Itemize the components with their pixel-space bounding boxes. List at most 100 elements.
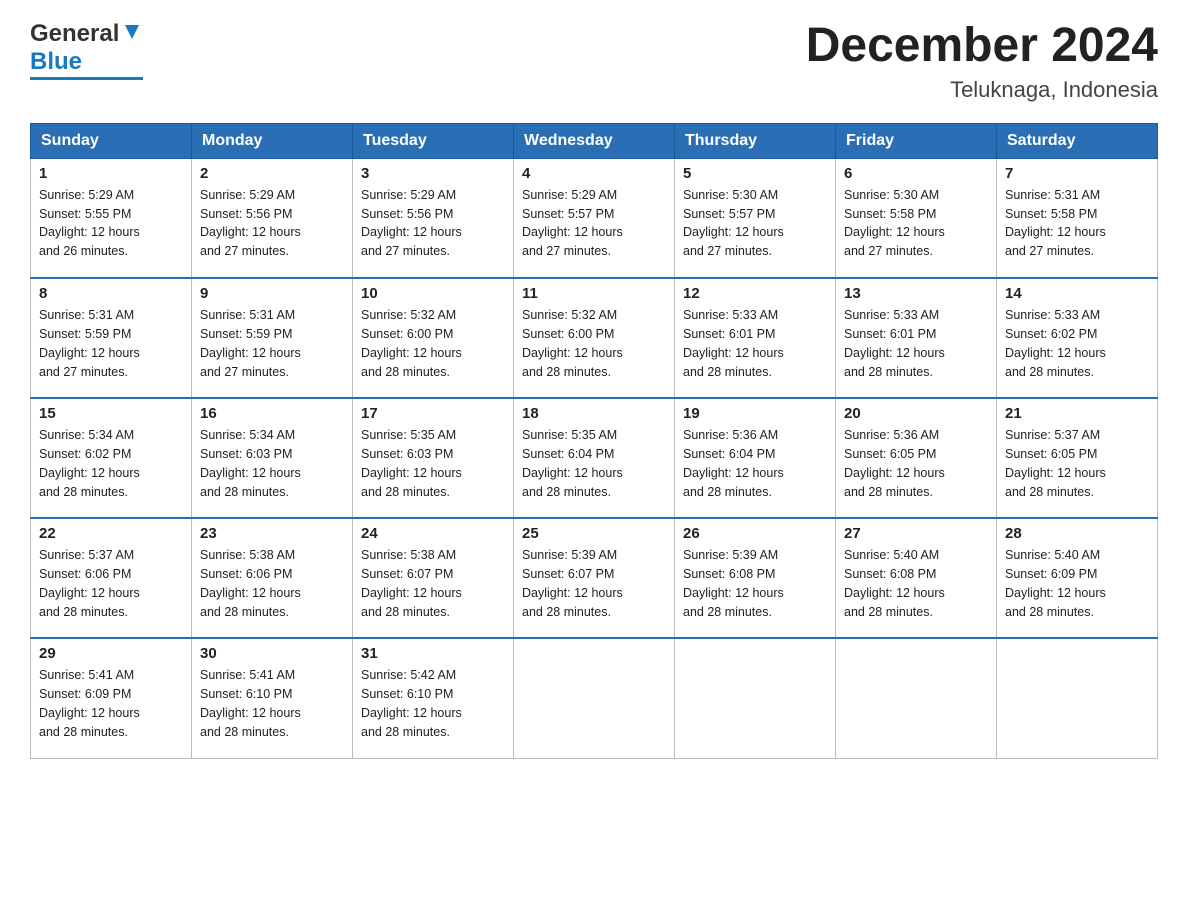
day-info: Sunrise: 5:29 AMSunset: 5:56 PMDaylight:… bbox=[200, 186, 344, 261]
logo-blue-text: Blue bbox=[30, 48, 82, 76]
day-info: Sunrise: 5:41 AMSunset: 6:09 PMDaylight:… bbox=[39, 666, 183, 741]
day-info: Sunrise: 5:31 AMSunset: 5:59 PMDaylight:… bbox=[39, 306, 183, 381]
table-row bbox=[836, 638, 997, 758]
day-number: 17 bbox=[361, 405, 505, 422]
day-info: Sunrise: 5:40 AMSunset: 6:08 PMDaylight:… bbox=[844, 546, 988, 621]
day-number: 8 bbox=[39, 285, 183, 302]
day-number: 2 bbox=[200, 165, 344, 182]
day-number: 21 bbox=[1005, 405, 1149, 422]
day-number: 4 bbox=[522, 165, 666, 182]
day-number: 9 bbox=[200, 285, 344, 302]
day-number: 26 bbox=[683, 525, 827, 542]
day-info: Sunrise: 5:29 AMSunset: 5:55 PMDaylight:… bbox=[39, 186, 183, 261]
day-info: Sunrise: 5:39 AMSunset: 6:07 PMDaylight:… bbox=[522, 546, 666, 621]
day-number: 22 bbox=[39, 525, 183, 542]
day-number: 27 bbox=[844, 525, 988, 542]
col-thursday: Thursday bbox=[675, 123, 836, 158]
day-number: 28 bbox=[1005, 525, 1149, 542]
day-number: 6 bbox=[844, 165, 988, 182]
table-row: 13 Sunrise: 5:33 AMSunset: 6:01 PMDayligh… bbox=[836, 278, 997, 398]
day-info: Sunrise: 5:30 AMSunset: 5:57 PMDaylight:… bbox=[683, 186, 827, 261]
col-monday: Monday bbox=[192, 123, 353, 158]
table-row: 27 Sunrise: 5:40 AMSunset: 6:08 PMDayligh… bbox=[836, 518, 997, 638]
table-row: 23 Sunrise: 5:38 AMSunset: 6:06 PMDayligh… bbox=[192, 518, 353, 638]
day-info: Sunrise: 5:34 AMSunset: 6:03 PMDaylight:… bbox=[200, 426, 344, 501]
day-number: 3 bbox=[361, 165, 505, 182]
day-info: Sunrise: 5:36 AMSunset: 6:04 PMDaylight:… bbox=[683, 426, 827, 501]
day-number: 13 bbox=[844, 285, 988, 302]
col-tuesday: Tuesday bbox=[353, 123, 514, 158]
calendar-week-row: 15Sunrise: 5:34 AMSunset: 6:02 PMDayligh… bbox=[31, 398, 1158, 518]
day-info: Sunrise: 5:31 AMSunset: 5:59 PMDaylight:… bbox=[200, 306, 344, 381]
table-row: 25 Sunrise: 5:39 AMSunset: 6:07 PMDayligh… bbox=[514, 518, 675, 638]
day-number: 1 bbox=[39, 165, 183, 182]
table-row: 11Sunrise: 5:32 AMSunset: 6:00 PMDayligh… bbox=[514, 278, 675, 398]
table-row: 1 Sunrise: 5:29 AMSunset: 5:55 PMDaylight… bbox=[31, 158, 192, 278]
table-row: 17 Sunrise: 5:35 AMSunset: 6:03 PMDayligh… bbox=[353, 398, 514, 518]
table-row: 30Sunrise: 5:41 AMSunset: 6:10 PMDayligh… bbox=[192, 638, 353, 758]
page-header: General Blue December 2024 Teluknaga, In… bbox=[30, 20, 1158, 103]
day-info: Sunrise: 5:39 AMSunset: 6:08 PMDaylight:… bbox=[683, 546, 827, 621]
day-number: 29 bbox=[39, 645, 183, 662]
table-row: 7 Sunrise: 5:31 AMSunset: 5:58 PMDaylight… bbox=[997, 158, 1158, 278]
table-row: 21 Sunrise: 5:37 AMSunset: 6:05 PMDayligh… bbox=[997, 398, 1158, 518]
col-saturday: Saturday bbox=[997, 123, 1158, 158]
table-row: 18 Sunrise: 5:35 AMSunset: 6:04 PMDayligh… bbox=[514, 398, 675, 518]
title-block: December 2024 Teluknaga, Indonesia bbox=[806, 20, 1158, 103]
table-row: 12Sunrise: 5:33 AMSunset: 6:01 PMDayligh… bbox=[675, 278, 836, 398]
day-info: Sunrise: 5:31 AMSunset: 5:58 PMDaylight:… bbox=[1005, 186, 1149, 261]
table-row: 6 Sunrise: 5:30 AMSunset: 5:58 PMDaylight… bbox=[836, 158, 997, 278]
day-info: Sunrise: 5:32 AMSunset: 6:00 PMDaylight:… bbox=[361, 306, 505, 381]
day-number: 19 bbox=[683, 405, 827, 422]
calendar-week-row: 8 Sunrise: 5:31 AMSunset: 5:59 PMDaylight… bbox=[31, 278, 1158, 398]
day-number: 23 bbox=[200, 525, 344, 542]
col-sunday: Sunday bbox=[31, 123, 192, 158]
calendar-table: Sunday Monday Tuesday Wednesday Thursday… bbox=[30, 123, 1158, 759]
logo-general-text: General bbox=[30, 20, 119, 48]
day-number: 20 bbox=[844, 405, 988, 422]
table-row: 20 Sunrise: 5:36 AMSunset: 6:05 PMDayligh… bbox=[836, 398, 997, 518]
calendar-week-row: 1 Sunrise: 5:29 AMSunset: 5:55 PMDaylight… bbox=[31, 158, 1158, 278]
table-row: 2 Sunrise: 5:29 AMSunset: 5:56 PMDaylight… bbox=[192, 158, 353, 278]
day-info: Sunrise: 5:35 AMSunset: 6:03 PMDaylight:… bbox=[361, 426, 505, 501]
day-info: Sunrise: 5:33 AMSunset: 6:02 PMDaylight:… bbox=[1005, 306, 1149, 381]
table-row: 15Sunrise: 5:34 AMSunset: 6:02 PMDayligh… bbox=[31, 398, 192, 518]
day-info: Sunrise: 5:37 AMSunset: 6:05 PMDaylight:… bbox=[1005, 426, 1149, 501]
day-info: Sunrise: 5:33 AMSunset: 6:01 PMDaylight:… bbox=[844, 306, 988, 381]
table-row: 19 Sunrise: 5:36 AMSunset: 6:04 PMDayligh… bbox=[675, 398, 836, 518]
table-row: 4 Sunrise: 5:29 AMSunset: 5:57 PMDaylight… bbox=[514, 158, 675, 278]
day-info: Sunrise: 5:38 AMSunset: 6:06 PMDaylight:… bbox=[200, 546, 344, 621]
logo-arrow-icon bbox=[121, 21, 143, 43]
calendar-week-row: 22 Sunrise: 5:37 AMSunset: 6:06 PMDayligh… bbox=[31, 518, 1158, 638]
logo: General Blue bbox=[30, 20, 143, 80]
day-info: Sunrise: 5:29 AMSunset: 5:57 PMDaylight:… bbox=[522, 186, 666, 261]
table-row: 26 Sunrise: 5:39 AMSunset: 6:08 PMDayligh… bbox=[675, 518, 836, 638]
table-row: 29 Sunrise: 5:41 AMSunset: 6:09 PMDayligh… bbox=[31, 638, 192, 758]
day-number: 18 bbox=[522, 405, 666, 422]
table-row: 8 Sunrise: 5:31 AMSunset: 5:59 PMDaylight… bbox=[31, 278, 192, 398]
table-row: 31Sunrise: 5:42 AMSunset: 6:10 PMDayligh… bbox=[353, 638, 514, 758]
table-row: 22 Sunrise: 5:37 AMSunset: 6:06 PMDayligh… bbox=[31, 518, 192, 638]
day-number: 25 bbox=[522, 525, 666, 542]
day-number: 30 bbox=[200, 645, 344, 662]
table-row: 3Sunrise: 5:29 AMSunset: 5:56 PMDaylight… bbox=[353, 158, 514, 278]
day-number: 24 bbox=[361, 525, 505, 542]
day-number: 5 bbox=[683, 165, 827, 182]
table-row: 9 Sunrise: 5:31 AMSunset: 5:59 PMDaylight… bbox=[192, 278, 353, 398]
day-number: 14 bbox=[1005, 285, 1149, 302]
day-info: Sunrise: 5:37 AMSunset: 6:06 PMDaylight:… bbox=[39, 546, 183, 621]
table-row: 28 Sunrise: 5:40 AMSunset: 6:09 PMDayligh… bbox=[997, 518, 1158, 638]
logo-underline bbox=[30, 77, 143, 80]
day-info: Sunrise: 5:30 AMSunset: 5:58 PMDaylight:… bbox=[844, 186, 988, 261]
col-wednesday: Wednesday bbox=[514, 123, 675, 158]
calendar-week-row: 29 Sunrise: 5:41 AMSunset: 6:09 PMDayligh… bbox=[31, 638, 1158, 758]
day-info: Sunrise: 5:32 AMSunset: 6:00 PMDaylight:… bbox=[522, 306, 666, 381]
day-number: 10 bbox=[361, 285, 505, 302]
day-number: 31 bbox=[361, 645, 505, 662]
day-info: Sunrise: 5:36 AMSunset: 6:05 PMDaylight:… bbox=[844, 426, 988, 501]
day-number: 7 bbox=[1005, 165, 1149, 182]
day-info: Sunrise: 5:35 AMSunset: 6:04 PMDaylight:… bbox=[522, 426, 666, 501]
day-number: 12 bbox=[683, 285, 827, 302]
calendar-header-row: Sunday Monday Tuesday Wednesday Thursday… bbox=[31, 123, 1158, 158]
day-info: Sunrise: 5:40 AMSunset: 6:09 PMDaylight:… bbox=[1005, 546, 1149, 621]
